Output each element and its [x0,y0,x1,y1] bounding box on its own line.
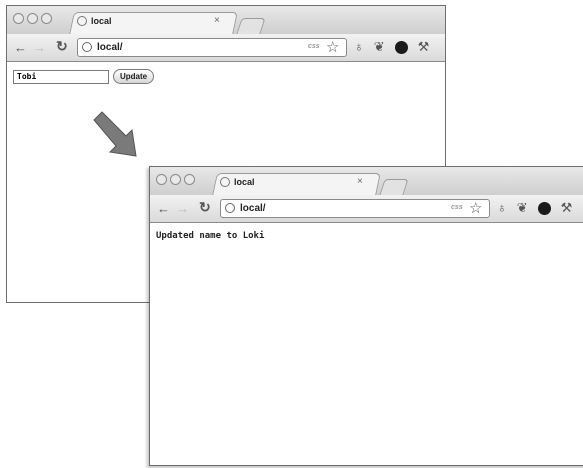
forward-arrow-icon[interactable]: → [33,40,46,55]
close-window-icon[interactable] [13,13,24,24]
close-window-icon[interactable] [156,174,167,185]
tab-title: local [234,177,255,187]
css-badge: css [308,43,320,50]
page-content: Updated name to Loki [150,223,583,465]
globe-icon [82,42,92,52]
zoom-window-icon[interactable] [184,174,195,185]
extension-icon[interactable]: ♁ [354,39,364,55]
extension-icons: ♁ ❦ ⚒ [497,200,572,216]
puzzle-icon[interactable]: ❦ [374,39,385,55]
tab-strip: local × [150,167,583,196]
update-result-message: Updated name to Loki [156,231,265,241]
toolbar: ← → ↻ local/ css ☆ ♁ ❦ ⚒ [150,195,583,223]
back-arrow-icon[interactable]: ← [157,201,170,216]
reload-icon[interactable]: ↻ [56,38,68,55]
traffic-lights [13,13,52,24]
new-tab-button[interactable] [236,18,266,34]
tab-label-group: local [220,177,255,187]
css-badge: css [451,204,463,211]
url-text: local/ [240,203,266,214]
back-arrow-icon[interactable]: ← [14,40,27,55]
new-tab-button[interactable] [379,179,409,195]
tab-close-icon[interactable]: × [214,15,220,26]
wrench-icon[interactable]: ⚒ [418,39,430,55]
tab-label-group: local [77,16,112,26]
address-bar[interactable]: local/ css ☆ [77,38,347,57]
extension-icons: ♁ ❦ ⚒ [354,39,429,55]
globe-icon [225,203,235,213]
favicon-icon [220,177,230,187]
minimize-window-icon[interactable] [27,13,38,24]
reload-icon[interactable]: ↻ [199,199,211,216]
wrench-icon[interactable]: ⚒ [561,200,573,216]
url-text: local/ [97,42,123,53]
address-bar[interactable]: local/ css ☆ [220,199,490,218]
star-icon[interactable]: ☆ [326,38,339,56]
minimize-window-icon[interactable] [170,174,181,185]
browser-window-after: local × ← → ↻ local/ css ☆ ♁ ❦ ⚒ Updated… [149,166,583,466]
zoom-window-icon[interactable] [41,13,52,24]
update-button[interactable]: Update [113,69,155,84]
extension-icon[interactable]: ♁ [497,200,507,216]
dark-circle-icon[interactable] [537,201,551,215]
tab-strip: local × [7,6,445,35]
traffic-lights [156,174,195,185]
star-icon[interactable]: ☆ [469,199,482,217]
tab-title: local [91,16,112,26]
forward-arrow-icon[interactable]: → [176,201,189,216]
transition-arrow-icon [93,111,137,157]
update-form: Update [13,69,155,84]
tab-close-icon[interactable]: × [357,176,363,187]
favicon-icon [77,16,87,26]
puzzle-icon[interactable]: ❦ [517,200,528,216]
name-input[interactable] [13,69,109,84]
dark-circle-icon[interactable] [394,40,408,54]
toolbar: ← → ↻ local/ css ☆ ♁ ❦ ⚒ [7,34,445,62]
